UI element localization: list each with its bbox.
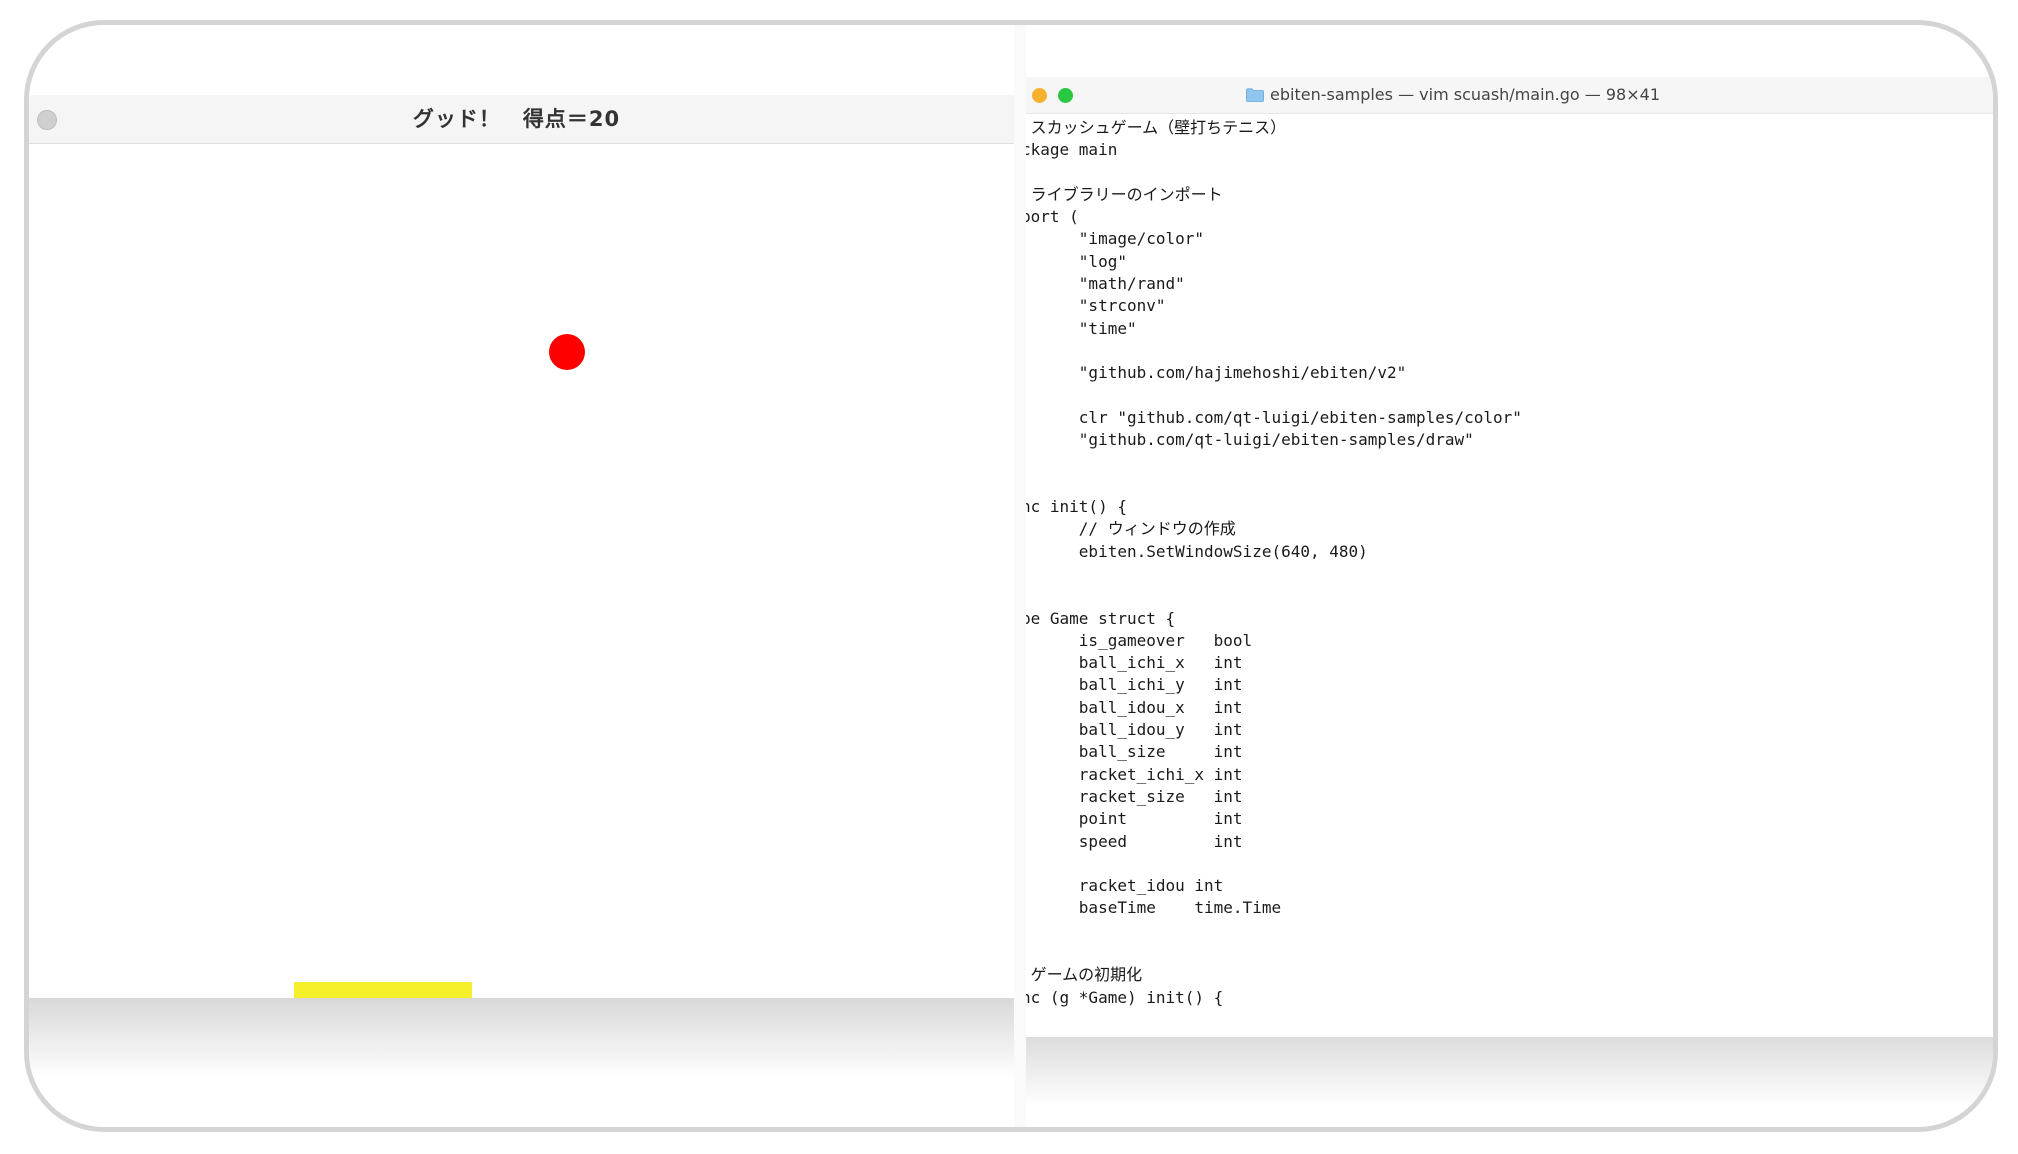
code-line: ゲームの初期化 — [1026, 965, 1143, 985]
code-line: baseTime time.Time — [1026, 898, 1282, 918]
window-shadow — [29, 998, 1014, 1078]
screen-frame: グッド！ 得点＝20 ebiten-samples — vim scuash/m… — [24, 20, 1998, 1132]
code-line: // ウィンドウの作成 — [1026, 519, 1236, 539]
code-line: nc (g *Game) init() { — [1026, 987, 1224, 1007]
code-line: ball_size int — [1026, 742, 1243, 762]
game-titlebar: グッド！ 得点＝20 — [29, 95, 1014, 144]
window-divider — [1014, 25, 1026, 1127]
game-canvas[interactable] — [29, 144, 1014, 998]
terminal-window[interactable]: ebiten-samples — vim scuash/main.go — 98… — [1026, 77, 1993, 1037]
code-line: ball_idou_y int — [1026, 720, 1243, 740]
code-line: point int — [1026, 809, 1243, 829]
code-line: ライブラリーのインポート — [1026, 184, 1223, 204]
code-line: "github.com/hajimehoshi/ebiten/v2" — [1026, 363, 1407, 383]
ball — [549, 334, 585, 370]
minimize-icon[interactable] — [1032, 88, 1047, 103]
terminal-titlebar[interactable]: ebiten-samples — vim scuash/main.go — 98… — [1026, 77, 1993, 114]
code-line: "github.com/qt-luigi/ebiten-samples/draw… — [1026, 430, 1474, 450]
code-line: スカッシュゲーム（壁打ちテニス） — [1026, 118, 1287, 137]
code-line: pe Game struct { — [1026, 608, 1176, 628]
code-line: "math/rand" — [1026, 274, 1185, 294]
code-line: "image/color" — [1026, 229, 1205, 249]
code-line: ball_idou_x int — [1026, 697, 1243, 717]
code-line: ebiten.SetWindowSize(640, 480) — [1026, 541, 1368, 561]
code-line: "time" — [1026, 318, 1137, 338]
game-window: グッド！ 得点＝20 — [29, 25, 1014, 1127]
code-line: clr "github.com/qt-luigi/ebiten-samples/… — [1026, 407, 1522, 427]
racket — [294, 982, 472, 998]
code-line: port ( — [1026, 207, 1079, 227]
code-line: is_gameover bool — [1026, 630, 1253, 650]
code-line: racket_size int — [1026, 786, 1243, 806]
code-line: "strconv" — [1026, 296, 1166, 316]
code-line: ball_ichi_x int — [1026, 653, 1243, 673]
folder-icon — [1246, 88, 1264, 102]
code-line: speed int — [1026, 831, 1243, 851]
code-line: ball_ichi_y int — [1026, 675, 1243, 695]
code-line: "log" — [1026, 251, 1127, 271]
terminal-title: ebiten-samples — vim scuash/main.go — 98… — [1246, 77, 1660, 113]
code-line: nc init() { — [1026, 497, 1127, 517]
maximize-icon[interactable] — [1058, 88, 1073, 103]
game-window-title: グッド！ 得点＝20 — [412, 107, 621, 131]
code-line: racket_idou int — [1026, 876, 1224, 896]
window-shadow — [1026, 1037, 1993, 1107]
code-editor[interactable]: スカッシュゲーム（壁打ちテニス） ckage main ライブラリーのインポート p… — [1026, 113, 1993, 1009]
code-line: ckage main — [1026, 140, 1118, 160]
terminal-title-text: ebiten-samples — vim scuash/main.go — 98… — [1270, 85, 1660, 104]
code-line: racket_ichi_x int — [1026, 764, 1243, 784]
